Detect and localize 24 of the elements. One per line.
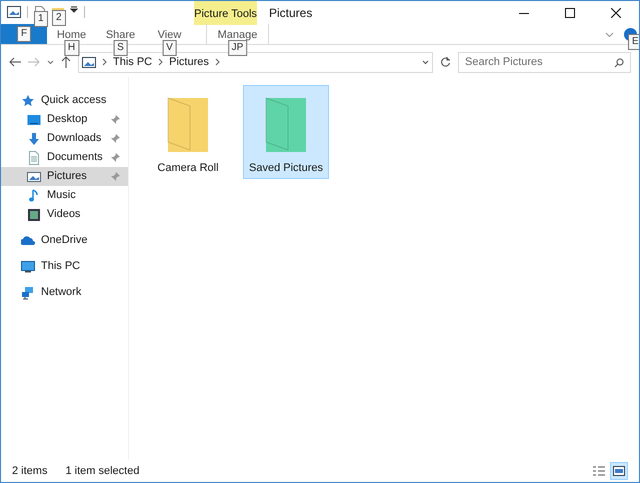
keytip-tooltip: V <box>162 40 177 56</box>
contextual-tab-group-label: Picture Tools <box>194 6 257 22</box>
keytip-tooltip: H <box>64 40 80 56</box>
keytip-tooltip: S <box>113 40 128 56</box>
folder-name: Camera Roll <box>157 161 219 176</box>
nav-label: This PC <box>41 259 82 274</box>
nav-label: Downloads <box>47 131 102 146</box>
nav-label: OneDrive <box>41 233 88 248</box>
keytip-tooltip: 1 <box>34 11 48 27</box>
keytip-tooltip: 2 <box>52 10 66 26</box>
nav-label: Documents <box>47 150 104 166</box>
nav-label: Network <box>41 285 82 300</box>
folder-name: Saved Pictures <box>249 161 323 176</box>
keytip-tooltip: JP <box>228 40 248 56</box>
nav-label: Music <box>47 188 77 204</box>
selection-count: 1 item selected <box>65 464 140 479</box>
item-count: 2 items <box>12 464 48 479</box>
nav-label: Desktop <box>47 112 88 128</box>
window-title: Pictures <box>269 5 312 22</box>
nav-label: Videos <box>47 207 82 222</box>
nav-label: Quick access <box>41 93 108 108</box>
keytip: F <box>16 26 32 42</box>
keytip-tooltip: E <box>628 34 639 50</box>
nav-label: Pictures <box>47 169 88 184</box>
